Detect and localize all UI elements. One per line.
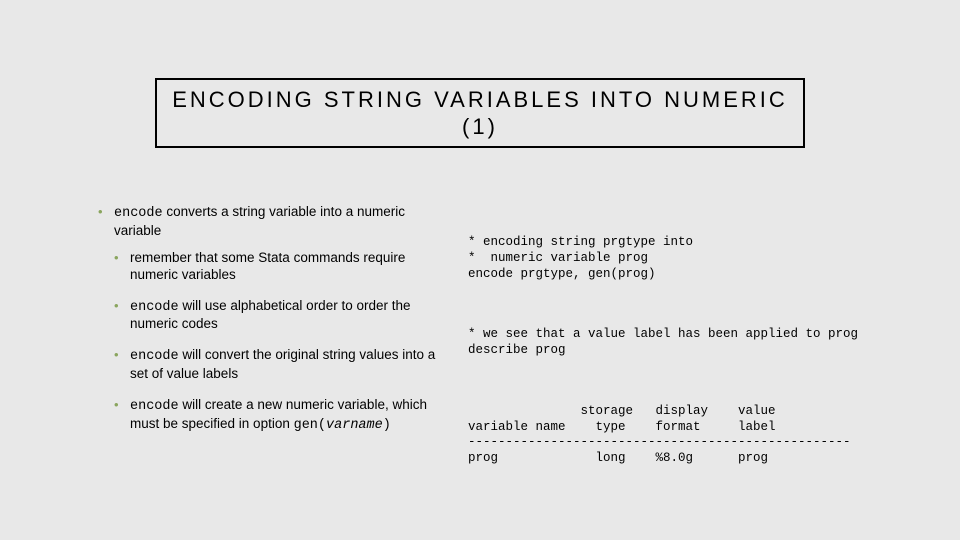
code-encode-4: encode: [130, 399, 179, 414]
title-box: ENCODING STRING VARIABLES INTO NUMERIC (…: [155, 78, 805, 148]
code-block-2: * we see that a value label has been app…: [468, 327, 936, 358]
bullet-sub-2: encode will use alphabetical order to or…: [114, 298, 450, 334]
bullet-main: encode converts a string variable into a…: [98, 204, 450, 435]
code-block-3: storage display value variable name type…: [468, 404, 936, 467]
slide-title: ENCODING STRING VARIABLES INTO NUMERIC (…: [167, 86, 793, 141]
code-gen-open: gen(: [294, 418, 326, 433]
code-gen-close: ): [383, 418, 391, 433]
code-block-1: * encoding string prgtype into * numeric…: [468, 235, 936, 282]
code-encode-2: encode: [130, 300, 179, 315]
bullet-sub-1: remember that some Stata commands requir…: [114, 250, 450, 284]
left-column: encode converts a string variable into a…: [98, 204, 450, 510]
bullet-sub-1-text: remember that some Stata commands requir…: [130, 250, 405, 282]
right-column: * encoding string prgtype into * numeric…: [450, 204, 936, 510]
bullet-sub-4: encode will create a new numeric variabl…: [114, 397, 450, 435]
code-encode: encode: [114, 206, 163, 221]
slide: ENCODING STRING VARIABLES INTO NUMERIC (…: [0, 0, 960, 540]
code-varname: varname: [326, 418, 383, 433]
code-encode-3: encode: [130, 349, 179, 364]
slide-body: encode converts a string variable into a…: [98, 204, 936, 510]
bullet-sub-3: encode will convert the original string …: [114, 347, 450, 383]
